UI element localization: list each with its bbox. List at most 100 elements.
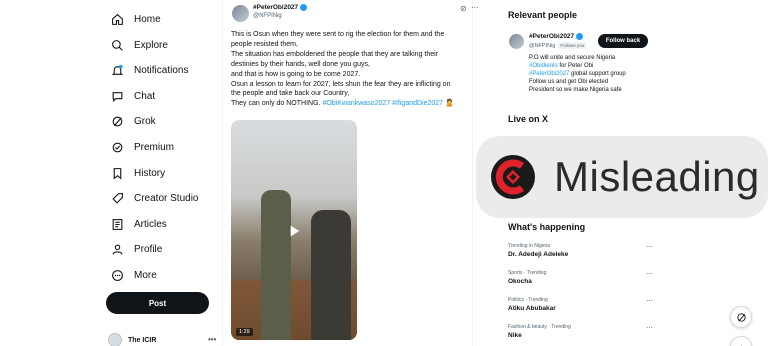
play-icon[interactable] (286, 223, 302, 239)
sidebar-item-notifications[interactable]: Notifications (110, 59, 188, 81)
account-more-icon[interactable]: ••• (208, 335, 216, 344)
grok-floating-button[interactable] (730, 306, 752, 328)
sidebar-item-chat[interactable]: Chat (110, 85, 155, 107)
search-icon (110, 38, 124, 52)
sidebar-item-label: More (134, 269, 157, 281)
sidebar-item-label: Grok (134, 115, 156, 127)
sidebar: Home Explore Notifications Chat Grok Pre… (100, 0, 220, 346)
relevant-person-bio: P.O will unite and secure Nigeria #Obidi… (529, 54, 659, 94)
tweet-line: destinies by their hands, well done you … (231, 60, 370, 68)
sidebar-item-label: Chat (134, 90, 156, 102)
more-icon[interactable]: ⋯ (471, 3, 479, 12)
chevron-up-icon (739, 344, 743, 346)
sidebar-item-label: Articles (134, 218, 167, 230)
sidebar-item-articles[interactable]: Articles (110, 213, 167, 235)
video-player[interactable]: 1:29 (231, 120, 357, 340)
post-button[interactable]: Post (106, 292, 209, 314)
bio-line: Follow us and get Obi elected (529, 79, 609, 85)
home-icon (110, 12, 124, 26)
chat-icon (110, 89, 124, 103)
trend-item[interactable]: Trending in Nigeria Dr. Adedeji Adeleke … (508, 243, 658, 258)
trend-category: Politics · Trending (508, 297, 548, 303)
relevant-people-title: Relevant people (508, 10, 578, 20)
more-icon[interactable]: ⋯ (646, 297, 653, 305)
follows-you-badge: Follows you (558, 42, 587, 49)
video-duration: 1:29 (236, 328, 253, 336)
trend-item[interactable]: Fashion & beauty · Trending Nike ⋯ (508, 324, 658, 339)
trend-category: Trending in Nigeria (508, 243, 551, 249)
sidebar-item-label: Creator Studio (134, 192, 199, 204)
misleading-label: Misleading (554, 153, 760, 200)
sidebar-item-creator-studio[interactable]: Creator Studio (110, 187, 198, 209)
misleading-banner: Misleading (476, 136, 768, 218)
tweet-line: people resisted them, (231, 40, 298, 48)
more-icon[interactable]: ⋯ (646, 270, 653, 278)
bio-text: for Peter Obi (557, 63, 594, 69)
sidebar-item-profile[interactable]: Profile (110, 238, 162, 260)
bell-icon (110, 63, 124, 77)
hashtag-link[interactable]: #Obidients (529, 63, 558, 69)
trend-name: Dr. Adedeji Adeleke (508, 251, 569, 258)
sidebar-item-label: Home (134, 13, 161, 25)
tweet[interactable]: #PeterObi2027 @NFPINig ⊘ ⋯ This is Osun … (222, 0, 479, 346)
bio-line: #PeterObi2027 global support group (529, 70, 659, 78)
sidebar-item-grok[interactable]: Grok (110, 110, 156, 132)
grok-icon (110, 114, 124, 128)
relevant-person-name[interactable]: #PeterObi2027 (529, 33, 584, 40)
bio-line: President so we make Nigeria safe (529, 87, 622, 93)
verified-badge-icon (300, 4, 308, 11)
trend-name: Nike (508, 332, 522, 339)
trend-item[interactable]: Sports · Trending Okocha ⋯ (508, 270, 658, 285)
sidebar-item-premium[interactable]: Premium (110, 136, 174, 158)
trend-name: Okocha (508, 278, 532, 285)
bio-line: P.O will unite and secure Nigeria (529, 55, 616, 61)
trend-item[interactable]: Politics · Trending Atiku Abubakar ⋯ (508, 297, 658, 312)
hashtag-link[interactable]: #ObiKwankwaso2027 #IfigandDie2027 (322, 100, 443, 107)
follow-back-button[interactable]: Follow back (598, 34, 648, 48)
trend-name: Atiku Abubakar (508, 305, 556, 312)
tweet-text: This is Osun when they were sent to rig … (231, 30, 471, 109)
sidebar-item-label: Premium (134, 141, 175, 153)
sidebar-item-label: Notifications (134, 64, 189, 76)
whats-happening-title: What's happening (508, 222, 586, 232)
tweet-line: The situation has emboldened the people … (231, 50, 439, 58)
sidebar-item-explore[interactable]: Explore (110, 34, 168, 56)
tweet-line-text: They can only do NOTHING. (231, 100, 321, 108)
trend-category: Fashion & beauty · Trending (508, 324, 571, 330)
avatar (108, 333, 122, 346)
sidebar-item-label: Profile (134, 243, 163, 255)
bio-line: #Obidients for Peter Obi (529, 62, 659, 70)
divider (472, 0, 473, 346)
live-on-x-title: Live on X (508, 114, 549, 124)
person-handle-text: @NFPINig (529, 42, 556, 49)
tweet-author-handle[interactable]: @NFPINig (253, 13, 282, 19)
tweet-line: the people and take back our Country, (231, 90, 350, 98)
sidebar-item-label: Explore (134, 39, 168, 51)
video-frame (261, 190, 291, 340)
more-icon[interactable]: ⋯ (646, 324, 653, 332)
tweet-line: Osun a lesson to learn for 2027, lets sh… (231, 80, 451, 88)
rocket-icon (110, 191, 124, 205)
author-name-text: #PeterObi2027 (253, 4, 299, 11)
sidebar-item-home[interactable]: Home (110, 8, 161, 30)
avatar[interactable] (509, 34, 524, 49)
verified-badge-icon (576, 33, 584, 40)
emoji-icon: 🙎 (445, 100, 454, 108)
account-switcher[interactable]: The ICIR ••• (108, 333, 216, 346)
tweet-author-name[interactable]: #PeterObi2027 (253, 4, 308, 11)
tweet-line: and that is how is going to be come 2027… (231, 70, 361, 78)
article-icon (110, 217, 124, 231)
hashtag-link[interactable]: #PeterObi2027 (529, 71, 569, 77)
sidebar-item-label: History (134, 167, 166, 179)
video-frame (311, 210, 351, 340)
relevant-person-handle: @NFPINig Follows you (529, 42, 587, 49)
more-circle-icon (110, 268, 124, 282)
more-icon[interactable]: ⋯ (646, 243, 653, 251)
grok-icon[interactable]: ⊘ (460, 4, 467, 13)
avatar[interactable] (232, 5, 249, 22)
sidebar-item-history[interactable]: History (110, 162, 165, 184)
tweet-line: They can only do NOTHING. #ObiKwankwaso2… (231, 99, 471, 109)
icir-logo-icon (491, 155, 535, 199)
trend-category: Sports · Trending (508, 270, 547, 276)
sidebar-item-more[interactable]: More (110, 264, 157, 286)
